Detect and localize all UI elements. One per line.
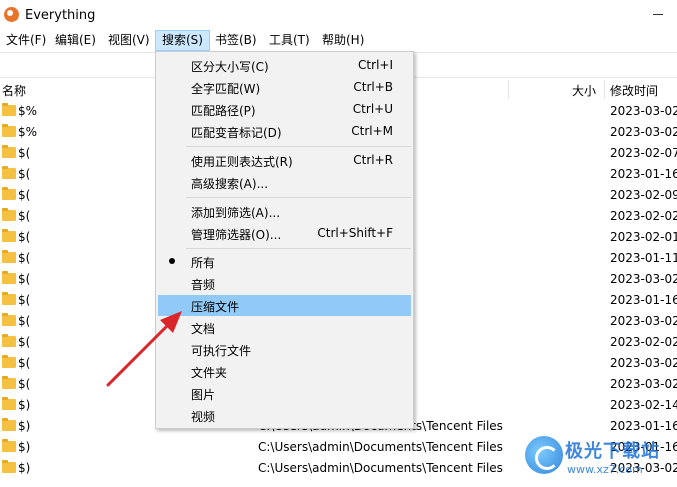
- column-divider[interactable]: [508, 80, 509, 99]
- watermark-url: www.xz7.com: [567, 463, 643, 476]
- file-name: $): [18, 419, 31, 433]
- menu-option-filter-picture[interactable]: 图片: [158, 383, 411, 404]
- file-name: $(: [18, 209, 31, 223]
- menu-search[interactable]: 搜索(S): [155, 30, 210, 51]
- file-modified-date: 2023-02-07: [610, 146, 677, 160]
- file-name: $(: [18, 335, 31, 349]
- watermark-title: 极光下载站: [565, 441, 660, 462]
- file-modified-date: 2023-02-02: [610, 209, 677, 223]
- folder-icon: [2, 418, 16, 431]
- file-name: $): [18, 440, 31, 454]
- watermark-logo-icon: [525, 436, 563, 474]
- watermark: 极光下载站 www.xz7.com: [525, 432, 677, 487]
- file-name: $(: [18, 272, 31, 286]
- folder-icon: [2, 376, 16, 389]
- menu-option-filter-audio[interactable]: 音频: [158, 273, 411, 294]
- menu-bookmarks[interactable]: 书签(B): [209, 30, 263, 51]
- file-modified-date: 2023-02-01: [610, 230, 677, 244]
- file-modified-date: 2023-01-16: [610, 419, 677, 433]
- menu-option-advanced-search[interactable]: 高级搜索(A)...: [158, 172, 411, 193]
- file-modified-date: 2023-03-02: [610, 314, 677, 328]
- file-name: $(: [18, 188, 31, 202]
- folder-icon: [2, 208, 16, 221]
- menu-separator: [186, 197, 411, 198]
- menu-help[interactable]: 帮助(H): [316, 30, 370, 51]
- file-name: $%: [18, 125, 38, 139]
- app-magnifier-icon: [4, 7, 19, 22]
- folder-icon: [2, 397, 16, 410]
- menu-option-filter-executable[interactable]: 可执行文件: [158, 339, 411, 360]
- file-modified-date: 2023-01-11: [610, 251, 677, 265]
- menu-separator: [186, 248, 411, 249]
- folder-icon: [2, 439, 16, 452]
- menu-option-filter-compressed[interactable]: 压缩文件: [158, 295, 411, 316]
- file-name: $(: [18, 293, 31, 307]
- folder-icon: [2, 355, 16, 368]
- menu-option-match-diacritics[interactable]: 匹配变音标记(D) Ctrl+M: [158, 121, 411, 142]
- column-name-header[interactable]: 名称: [2, 82, 26, 99]
- file-name: $(: [18, 251, 31, 265]
- menu-option-filter-folder[interactable]: 文件夹: [158, 361, 411, 382]
- column-size-header[interactable]: 大小: [572, 82, 596, 99]
- folder-icon: [2, 292, 16, 305]
- menu-option-match-case[interactable]: 区分大小写(C) Ctrl+I: [158, 55, 411, 76]
- file-name: $(: [18, 377, 31, 391]
- folder-icon: [2, 334, 16, 347]
- menu-edit[interactable]: 编辑(E): [49, 30, 102, 51]
- file-name: $(: [18, 230, 31, 244]
- file-name: $(: [18, 146, 31, 160]
- file-modified-date: 2023-03-02: [610, 272, 677, 286]
- menu-option-regex[interactable]: 使用正则表达式(R) Ctrl+R: [158, 150, 411, 171]
- menu-option-manage-filters[interactable]: 管理筛选器(O)... Ctrl+Shift+F: [158, 223, 411, 244]
- folder-icon: [2, 250, 16, 263]
- file-modified-date: 2023-03-02: [610, 356, 677, 370]
- menu-option-whole-word[interactable]: 全字匹配(W) Ctrl+B: [158, 77, 411, 98]
- file-name: $): [18, 398, 31, 412]
- search-menu-dropdown: 区分大小写(C) Ctrl+I 全字匹配(W) Ctrl+B 匹配路径(P) C…: [155, 51, 414, 429]
- menu-separator: [186, 146, 411, 147]
- folder-icon: [2, 460, 16, 473]
- file-path: C:\Users\admin\Documents\Tencent Files..…: [258, 461, 504, 475]
- window-title: Everything: [25, 8, 96, 23]
- menu-tools[interactable]: 工具(T): [263, 30, 316, 51]
- folder-icon: [2, 187, 16, 200]
- file-modified-date: 2023-01-16: [610, 167, 677, 181]
- folder-icon: [2, 271, 16, 284]
- file-modified-date: 2023-03-02: [610, 104, 677, 118]
- menu-file[interactable]: 文件(F): [0, 30, 52, 51]
- file-name: $(: [18, 314, 31, 328]
- menu-option-filter-all[interactable]: 所有: [158, 251, 411, 272]
- file-modified-date: 2023-03-02: [610, 125, 677, 139]
- folder-icon: [2, 166, 16, 179]
- file-modified-date: 2023-01-16: [610, 293, 677, 307]
- menu-view[interactable]: 视图(V): [102, 30, 156, 51]
- menu-option-filter-video[interactable]: 视频: [158, 405, 411, 426]
- file-name: $(: [18, 167, 31, 181]
- minimize-button[interactable]: [645, 6, 671, 24]
- file-path: C:\Users\admin\Documents\Tencent Files..…: [258, 440, 504, 454]
- menu-option-filter-document[interactable]: 文档: [158, 317, 411, 338]
- folder-icon: [2, 124, 16, 137]
- radio-checked-icon: [169, 258, 175, 264]
- folder-icon: [2, 103, 16, 116]
- file-modified-date: 2023-02-02: [610, 335, 677, 349]
- file-modified-date: 2023-03-02: [610, 377, 677, 391]
- title-bar: Everything: [0, 0, 677, 30]
- file-modified-date: 2023-02-14: [610, 398, 677, 412]
- menu-bar: 文件(F) 编辑(E) 视图(V) 搜索(S) 书签(B) 工具(T) 帮助(H…: [0, 30, 677, 52]
- folder-icon: [2, 145, 16, 158]
- file-modified-date: 2023-02-09: [610, 188, 677, 202]
- folder-icon: [2, 313, 16, 326]
- file-name: $%: [18, 104, 38, 118]
- menu-option-match-path[interactable]: 匹配路径(P) Ctrl+U: [158, 99, 411, 120]
- file-name: $): [18, 461, 31, 475]
- column-divider[interactable]: [604, 80, 605, 99]
- file-name: $(: [18, 356, 31, 370]
- folder-icon: [2, 229, 16, 242]
- column-modified-header[interactable]: 修改时间: [610, 82, 658, 99]
- menu-option-add-filter[interactable]: 添加到筛选(A)...: [158, 201, 411, 222]
